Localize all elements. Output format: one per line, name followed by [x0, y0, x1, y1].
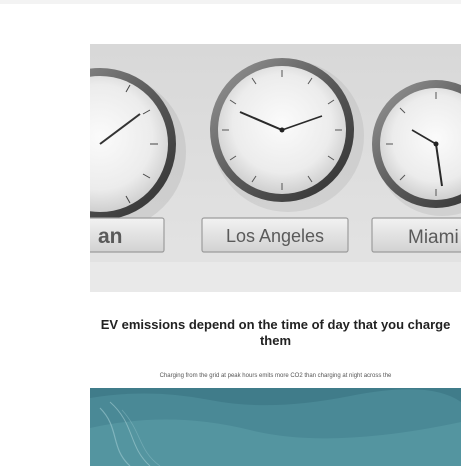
article-teaser-text: Charging from the grid at peak hours emi… [159, 373, 392, 379]
article-headline[interactable]: EV emissions depend on the time of day t… [90, 317, 461, 349]
plate-miami: Miami [371, 217, 461, 253]
plate-left: an [90, 217, 165, 253]
next-article-image[interactable] [90, 388, 461, 466]
article-hero-image[interactable]: an Los Angeles Miami [90, 44, 461, 292]
top-bar [0, 0, 461, 4]
plate-los-angeles: Los Angeles [201, 217, 349, 253]
plate-miami-label: Miami [408, 227, 459, 248]
plate-left-label: an [98, 225, 123, 248]
page: an Los Angeles Miami EV emissions depend… [0, 0, 461, 466]
plate-los-angeles-label: Los Angeles [226, 226, 324, 246]
article-teaser: Charging from the grid at peak hours emi… [90, 372, 461, 380]
